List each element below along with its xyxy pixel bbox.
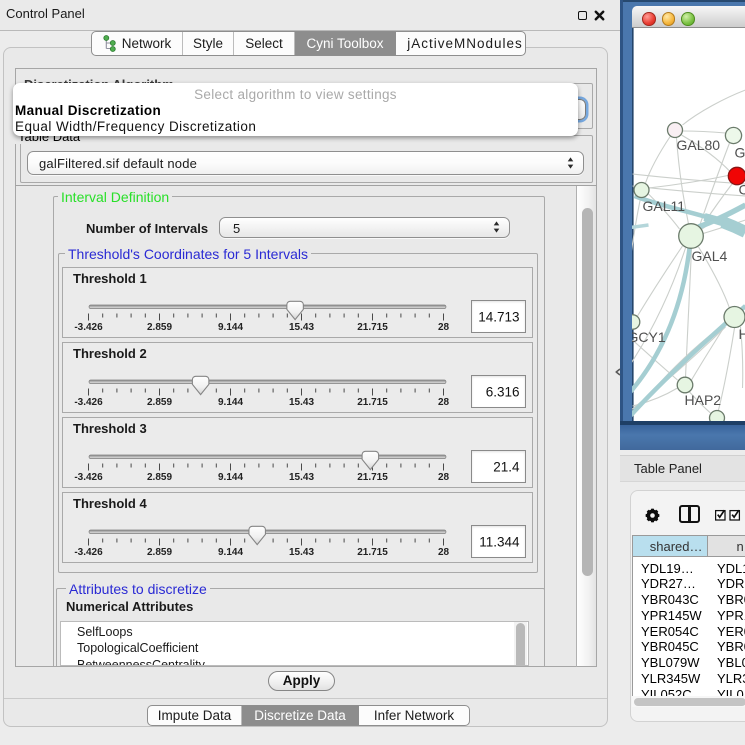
svg-text:9.144: 9.144 [218, 397, 243, 408]
svg-text:-3.426: -3.426 [74, 397, 103, 408]
svg-text:2.859: 2.859 [147, 397, 172, 408]
svg-text:2.859: 2.859 [147, 322, 172, 333]
svg-text:21.715: 21.715 [357, 547, 388, 558]
svg-text:C.: C. [738, 182, 745, 198]
svg-text:28: 28 [438, 472, 450, 483]
svg-text:28: 28 [438, 397, 450, 408]
svg-text:9.144: 9.144 [218, 322, 243, 333]
svg-text:15.43: 15.43 [289, 547, 314, 558]
svg-text:2.859: 2.859 [147, 472, 172, 483]
svg-text:HAP2: HAP2 [684, 392, 721, 408]
svg-text:21.715: 21.715 [357, 397, 388, 408]
svg-text:-3.426: -3.426 [74, 472, 103, 483]
svg-text:15.43: 15.43 [289, 397, 314, 408]
svg-text:G.: G. [734, 145, 745, 161]
svg-text:21.715: 21.715 [357, 322, 388, 333]
svg-text:9.144: 9.144 [218, 472, 243, 483]
svg-text:GAL80: GAL80 [676, 137, 720, 153]
svg-text:GAL11: GAL11 [642, 198, 685, 214]
svg-text:15.43: 15.43 [289, 472, 314, 483]
svg-text:9.144: 9.144 [218, 547, 243, 558]
svg-text:GAL4: GAL4 [691, 248, 727, 264]
svg-text:HE: HE [738, 326, 745, 342]
svg-text:2.859: 2.859 [147, 547, 172, 558]
svg-text:-3.426: -3.426 [74, 322, 103, 333]
svg-text:-3.426: -3.426 [74, 547, 103, 558]
svg-text:28: 28 [438, 322, 450, 333]
svg-text:28: 28 [438, 547, 450, 558]
svg-text:21.715: 21.715 [357, 472, 388, 483]
svg-text:GCY1: GCY1 [632, 329, 666, 345]
svg-text:15.43: 15.43 [289, 322, 314, 333]
